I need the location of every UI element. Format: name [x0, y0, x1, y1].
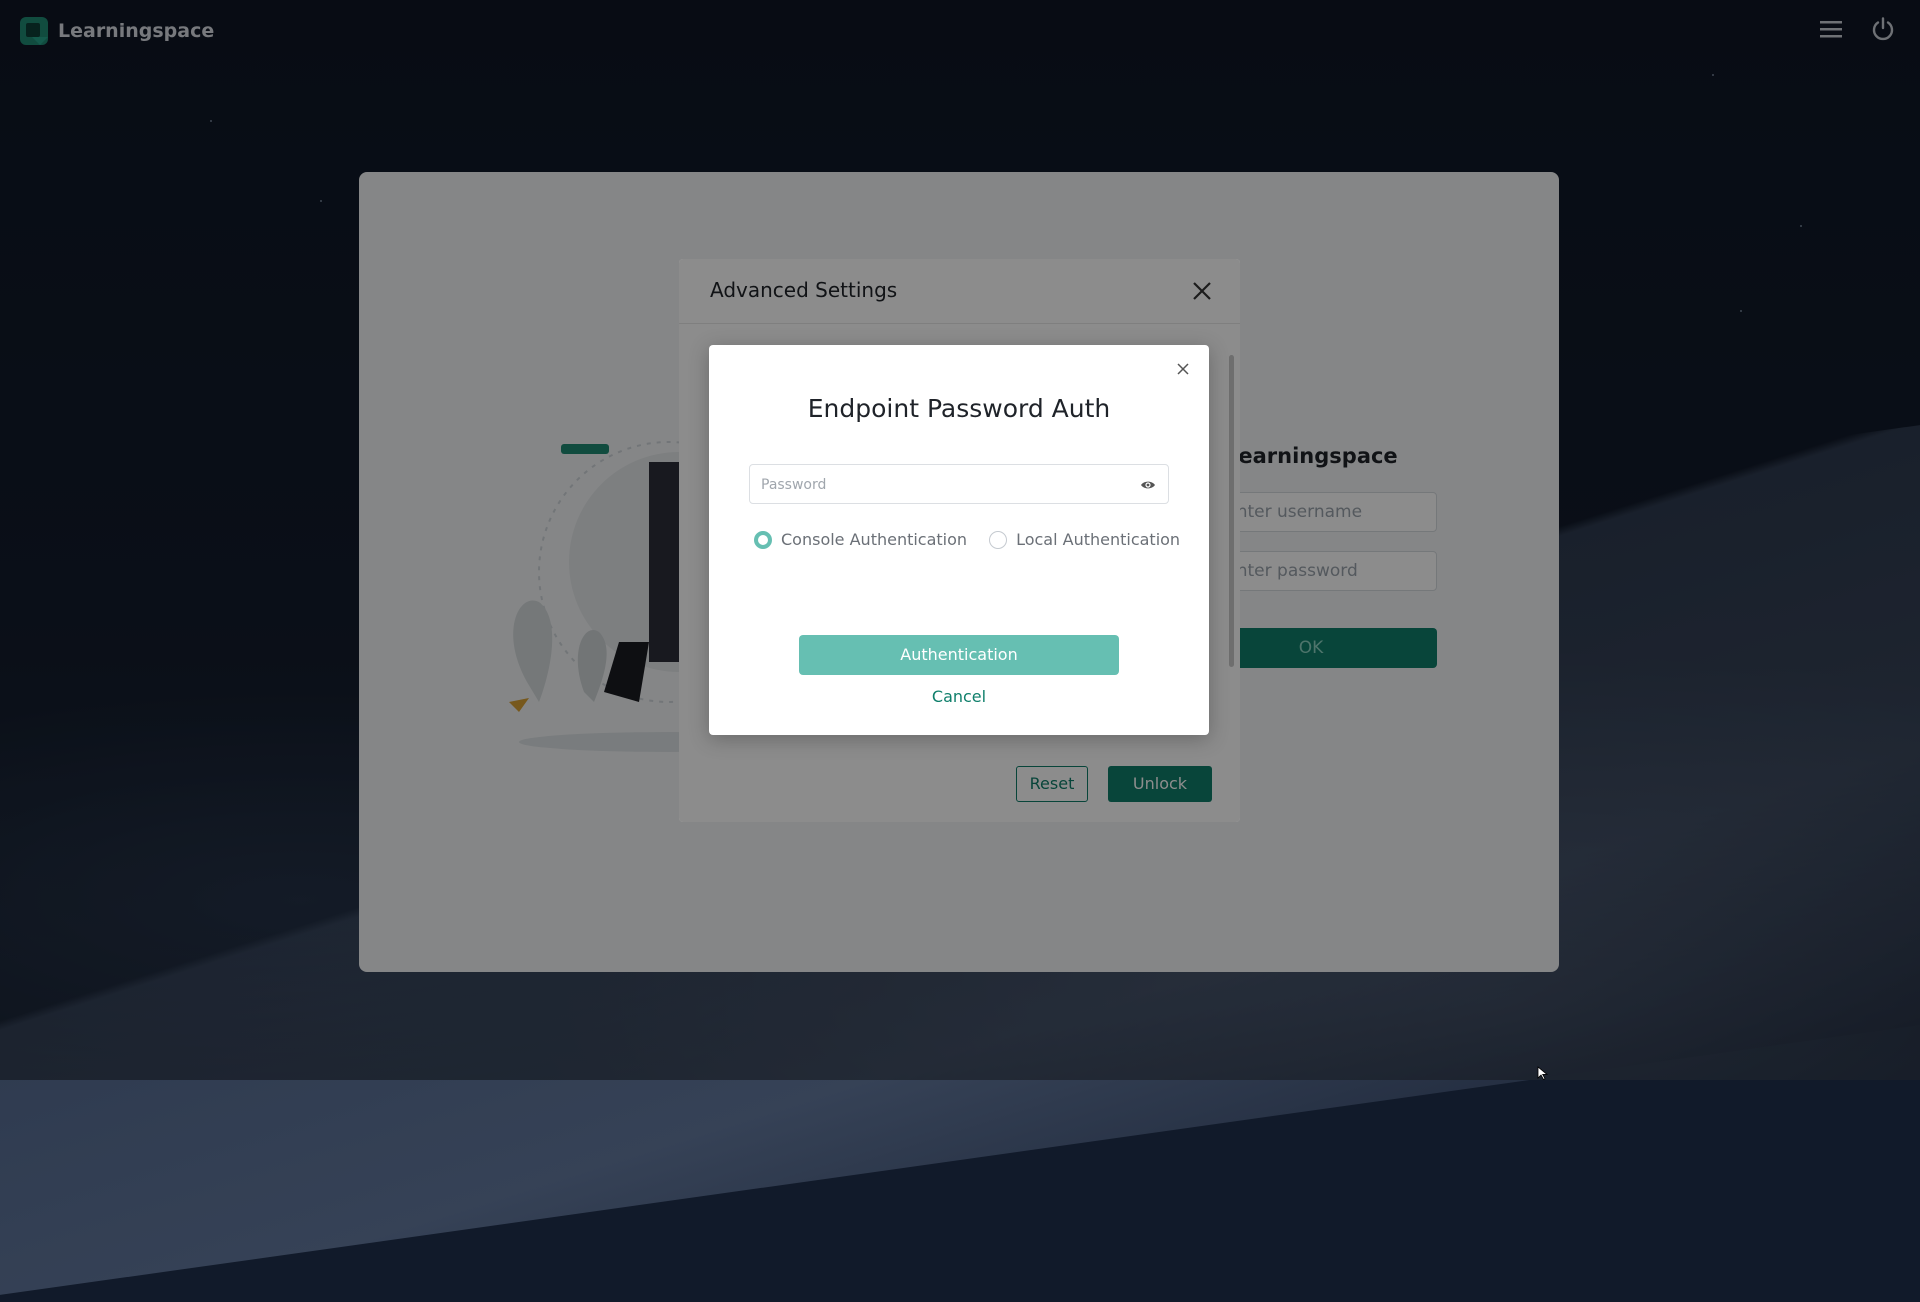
- radio-local-authentication[interactable]: Local Authentication: [989, 530, 1180, 549]
- modal-title: Endpoint Password Auth: [807, 394, 1111, 423]
- cancel-button[interactable]: Cancel: [709, 687, 1209, 706]
- mouse-cursor-icon: [1537, 1066, 1549, 1080]
- radio-checked-icon[interactable]: [754, 530, 772, 549]
- radio-label: Local Authentication: [1016, 530, 1181, 549]
- auth-method-radio-group: Console Authentication Local Authenticat…: [754, 530, 1180, 549]
- authentication-button[interactable]: Authentication: [799, 635, 1119, 675]
- endpoint-password-auth-modal: Endpoint Password Auth Console Authentic…: [709, 345, 1209, 735]
- close-icon[interactable]: [1175, 361, 1191, 377]
- radio-console-authentication[interactable]: Console Authentication: [754, 530, 967, 549]
- password-field: [749, 464, 1169, 505]
- radio-unchecked-icon[interactable]: [989, 530, 1008, 549]
- eye-icon[interactable]: [1140, 477, 1156, 493]
- password-input[interactable]: [750, 465, 1123, 505]
- radio-label: Console Authentication: [781, 530, 968, 549]
